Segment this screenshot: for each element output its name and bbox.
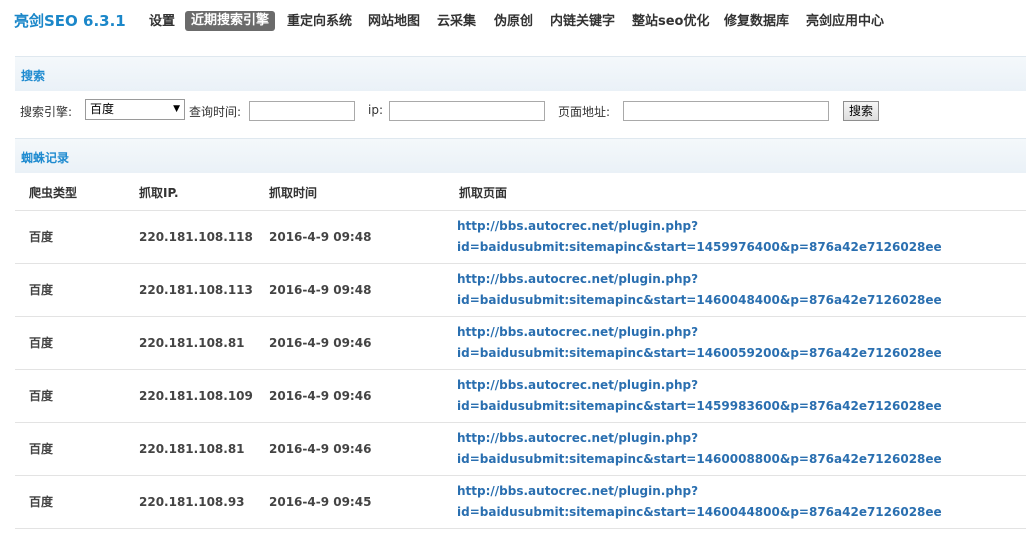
page-url-input[interactable]	[623, 101, 829, 121]
crawl-time: 2016-4-9 09:46	[255, 316, 445, 370]
col-crawl-page: 抓取页面	[445, 175, 1026, 211]
search-section-header: 搜索	[15, 56, 1026, 91]
url-line-2[interactable]: id=baidusubmit:sitemapinc&start=14600448…	[457, 502, 1026, 523]
crawl-page-link[interactable]: http://bbs.autocrec.net/plugin.php? id=ba…	[445, 316, 1026, 370]
crawler-type: 百度	[15, 422, 125, 476]
url-line-2[interactable]: id=baidusubmit:sitemapinc&start=14599764…	[457, 237, 1026, 258]
ip-label: ip:	[368, 103, 383, 117]
crawl-page-link[interactable]: http://bbs.autocrec.net/plugin.php? id=ba…	[445, 422, 1026, 476]
crawl-time: 2016-4-9 09:45	[255, 475, 445, 529]
crawl-page-link[interactable]: http://bbs.autocrec.net/plugin.php? id=ba…	[445, 210, 1026, 264]
crawl-ip: 220.181.108.109	[125, 369, 255, 423]
nav-site-seo[interactable]: 整站seo优化	[632, 12, 710, 32]
top-navigation: 亮剑SEO 6.3.1 设置 近期搜索引擎 重定向系统 网站地图 云采集 伪原创…	[0, 0, 1026, 44]
url-line-2[interactable]: id=baidusubmit:sitemapinc&start=14600592…	[457, 343, 1026, 364]
url-line-2[interactable]: id=baidusubmit:sitemapinc&start=14600484…	[457, 290, 1026, 311]
crawler-type: 百度	[15, 316, 125, 370]
time-label: 查询时间:	[189, 105, 242, 119]
engine-select[interactable]: 百度 ▼	[85, 99, 185, 120]
nav-redirect-system[interactable]: 重定向系统	[287, 12, 352, 32]
crawl-ip: 220.181.108.81	[125, 316, 255, 370]
crawl-time: 2016-4-9 09:48	[255, 263, 445, 317]
table-row: 百度 220.181.108.113 2016-4-9 09:48 http:/…	[15, 263, 1026, 317]
search-button[interactable]: 搜索	[843, 101, 879, 121]
time-input[interactable]	[249, 101, 355, 121]
page-label: 页面地址:	[558, 105, 611, 119]
engine-label: 搜索引擎:	[20, 105, 73, 119]
nav-repair-database[interactable]: 修复数据库	[724, 12, 789, 32]
url-line-1[interactable]: http://bbs.autocrec.net/plugin.php?	[457, 375, 1026, 396]
url-line-1[interactable]: http://bbs.autocrec.net/plugin.php?	[457, 428, 1026, 449]
crawl-page-link[interactable]: http://bbs.autocrec.net/plugin.php? id=ba…	[445, 263, 1026, 317]
url-line-2[interactable]: id=baidusubmit:sitemapinc&start=14599836…	[457, 396, 1026, 417]
records-section-title: 蜘蛛记录	[21, 151, 70, 165]
crawl-time: 2016-4-9 09:46	[255, 422, 445, 476]
chevron-down-icon: ▼	[173, 104, 180, 114]
table-row: 百度 220.181.108.109 2016-4-9 09:46 http:/…	[15, 369, 1026, 423]
records-section-header: 蜘蛛记录	[15, 138, 1026, 173]
search-form: 搜索引擎: 百度 ▼ 查询时间: ip: 页面地址: 搜索	[0, 96, 1026, 126]
crawl-page-link[interactable]: http://bbs.autocrec.net/plugin.php? id=ba…	[445, 475, 1026, 529]
nav-cloud-collect[interactable]: 云采集	[437, 12, 476, 32]
url-line-1[interactable]: http://bbs.autocrec.net/plugin.php?	[457, 269, 1026, 290]
search-section-title: 搜索	[21, 69, 46, 83]
nav-recent-search-engines[interactable]: 近期搜索引擎	[185, 11, 276, 31]
crawl-page-link[interactable]: http://bbs.autocrec.net/plugin.php? id=ba…	[445, 369, 1026, 423]
col-crawl-ip: 抓取IP.	[125, 175, 255, 211]
url-line-1[interactable]: http://bbs.autocrec.net/plugin.php?	[457, 481, 1026, 502]
crawler-type: 百度	[15, 263, 125, 317]
nav-internal-link-keywords[interactable]: 内链关键字	[550, 12, 615, 32]
table-row: 百度 220.181.108.81 2016-4-9 09:46 http://…	[15, 316, 1026, 370]
crawler-type: 百度	[15, 369, 125, 423]
nav-sitemap[interactable]: 网站地图	[368, 12, 420, 32]
nav-settings[interactable]: 设置	[149, 12, 175, 32]
table-row: 百度 220.181.108.93 2016-4-9 09:45 http://…	[15, 475, 1026, 529]
ip-input[interactable]	[389, 101, 545, 121]
crawl-time: 2016-4-9 09:48	[255, 210, 445, 264]
crawl-time: 2016-4-9 09:46	[255, 369, 445, 423]
crawl-ip: 220.181.108.113	[125, 263, 255, 317]
spider-records-table: 爬虫类型 抓取IP. 抓取时间 抓取页面 百度 220.181.108.118 …	[15, 175, 1026, 529]
engine-select-value: 百度	[90, 102, 115, 116]
table-row: 百度 220.181.108.81 2016-4-9 09:46 http://…	[15, 422, 1026, 476]
url-line-1[interactable]: http://bbs.autocrec.net/plugin.php?	[457, 216, 1026, 237]
crawler-type: 百度	[15, 475, 125, 529]
url-line-1[interactable]: http://bbs.autocrec.net/plugin.php?	[457, 322, 1026, 343]
url-line-2[interactable]: id=baidusubmit:sitemapinc&start=14600088…	[457, 449, 1026, 470]
col-crawl-time: 抓取时间	[255, 175, 445, 211]
crawl-ip: 220.181.108.93	[125, 475, 255, 529]
nav-app-center[interactable]: 亮剑应用中心	[806, 12, 884, 32]
crawler-type: 百度	[15, 210, 125, 264]
nav-pseudo-original[interactable]: 伪原创	[494, 12, 533, 32]
col-crawler-type: 爬虫类型	[15, 175, 125, 211]
table-row: 百度 220.181.108.118 2016-4-9 09:48 http:/…	[15, 210, 1026, 264]
brand-title: 亮剑SEO 6.3.1	[14, 12, 126, 30]
table-header-row: 爬虫类型 抓取IP. 抓取时间 抓取页面	[15, 175, 1026, 211]
crawl-ip: 220.181.108.118	[125, 210, 255, 264]
crawl-ip: 220.181.108.81	[125, 422, 255, 476]
